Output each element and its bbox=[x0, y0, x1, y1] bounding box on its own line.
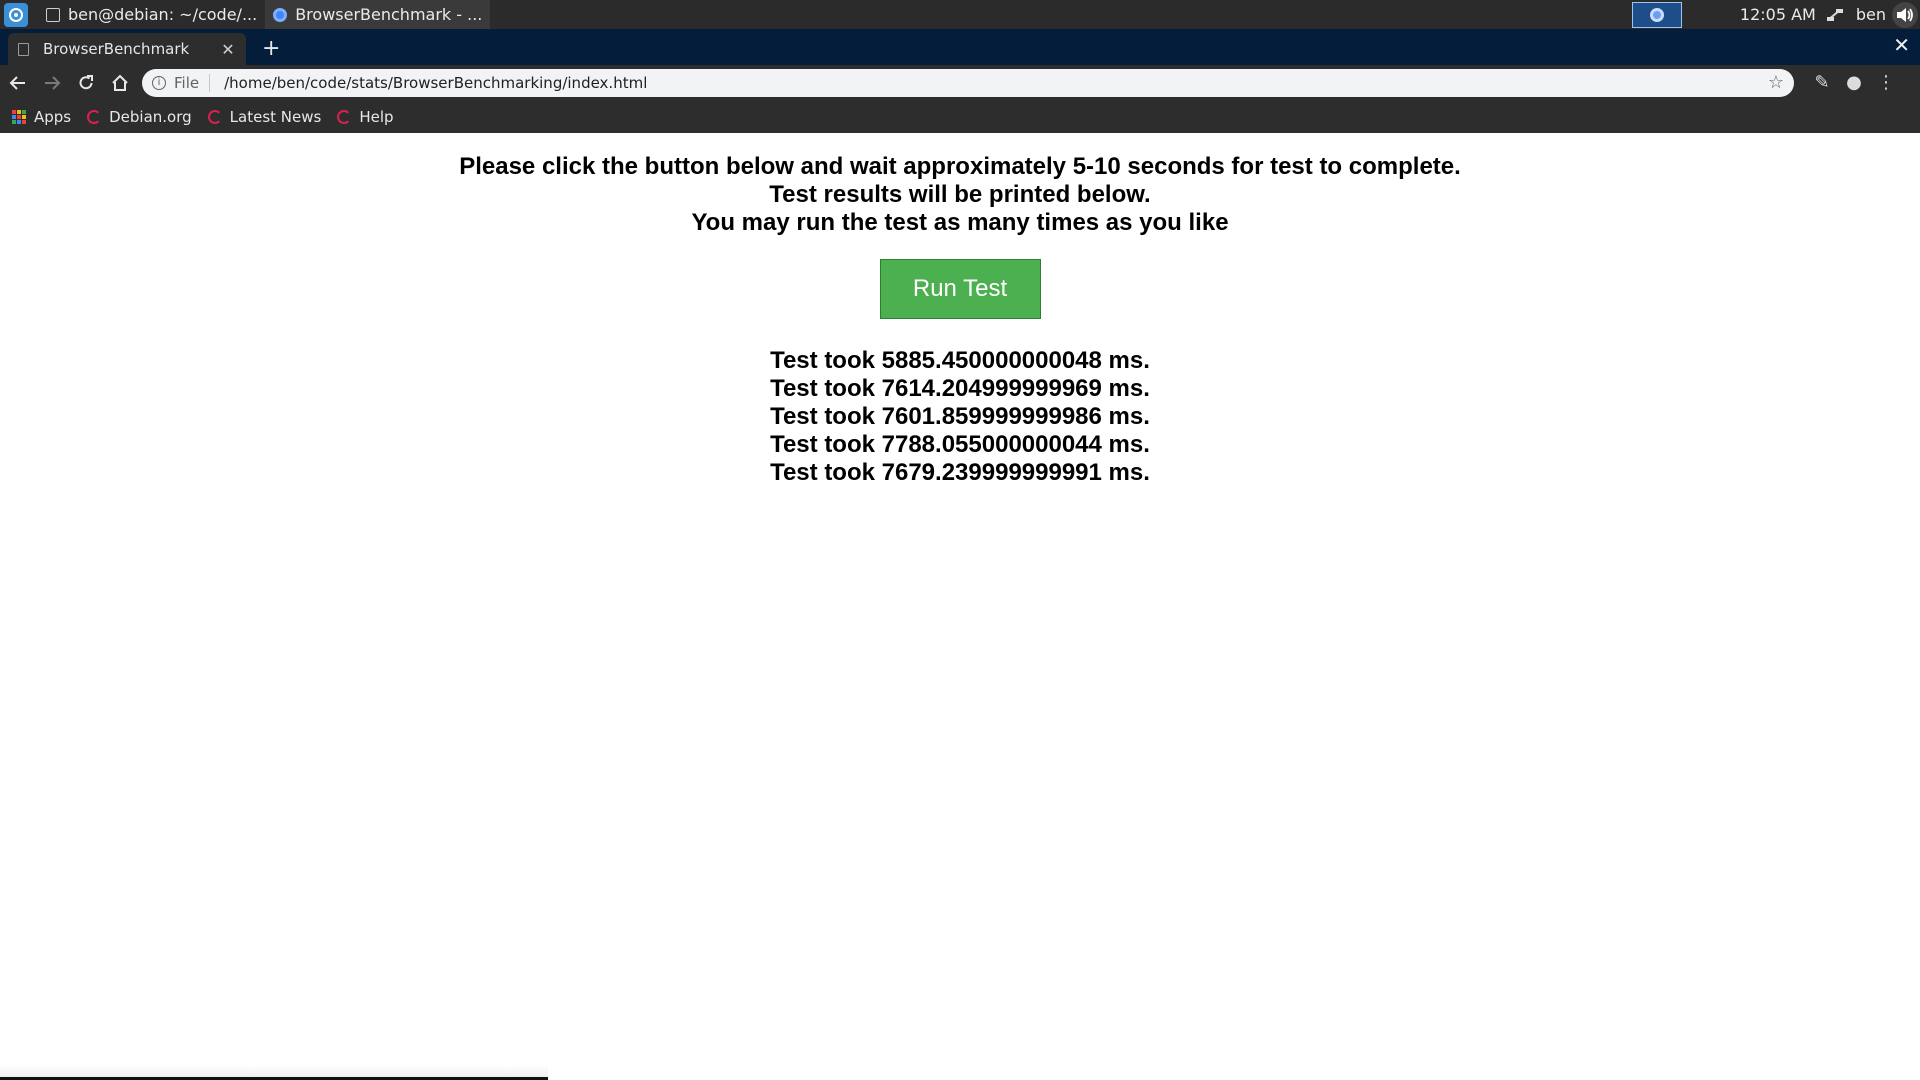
instruction-line: Test results will be printed below. bbox=[769, 181, 1151, 208]
info-icon[interactable]: i bbox=[152, 75, 166, 90]
bookmark-label: Help bbox=[359, 107, 394, 126]
menu-kebab-icon[interactable]: ⋮ bbox=[1870, 72, 1902, 93]
bookmark-debian-org[interactable]: Debian.org bbox=[87, 108, 192, 126]
bookmark-star-icon[interactable]: ☆ bbox=[1768, 72, 1784, 93]
forward-button[interactable] bbox=[36, 68, 68, 98]
browser-tab-strip: BrowserBenchmark ✕ + ✕ bbox=[0, 29, 1920, 65]
bookmark-latest-news[interactable]: Latest News bbox=[207, 107, 322, 126]
debian-swirl-icon bbox=[207, 109, 222, 124]
instruction-line: You may run the test as many times as yo… bbox=[691, 209, 1229, 236]
url-scheme-label: File bbox=[174, 73, 200, 92]
volume-icon[interactable] bbox=[1892, 1, 1918, 28]
os-taskbar: ben@debian: ~/code/... BrowserBenchmark … bbox=[0, 0, 1920, 29]
result-line: Test took 5885.450000000048 ms. bbox=[770, 347, 1150, 374]
taskbar-item-label: ben@debian: ~/code/... bbox=[68, 5, 258, 24]
bookmark-apps[interactable]: Apps bbox=[12, 108, 71, 126]
debian-swirl-icon bbox=[87, 109, 102, 124]
run-test-button[interactable]: Run Test bbox=[879, 259, 1041, 319]
network-icon[interactable] bbox=[1826, 8, 1844, 22]
browser-toolbar: i File /home/ben/code/stats/BrowserBench… bbox=[0, 65, 1920, 100]
bookmark-label: Debian.org bbox=[109, 107, 192, 126]
results-list: Test took 5885.450000000048 ms. Test too… bbox=[0, 347, 1920, 487]
result-line: Test took 7614.204999999969 ms. bbox=[770, 375, 1150, 402]
terminal-icon bbox=[46, 7, 60, 22]
divider bbox=[209, 73, 211, 92]
instruction-line: Please click the button below and wait a… bbox=[459, 153, 1461, 180]
clock[interactable]: 12:05 AM bbox=[1740, 5, 1816, 24]
home-button[interactable] bbox=[104, 68, 136, 98]
system-tray: 12:05 AM ben bbox=[1631, 0, 1920, 29]
user-name[interactable]: ben bbox=[1856, 5, 1886, 24]
debian-swirl-icon bbox=[337, 109, 352, 124]
arrow-right-icon bbox=[45, 75, 61, 90]
tray-chromium-button[interactable] bbox=[1631, 1, 1682, 28]
taskbar-item-browser[interactable]: BrowserBenchmark - ... bbox=[265, 0, 491, 29]
arrow-left-icon bbox=[9, 75, 25, 90]
extension-icon[interactable]: ✎ bbox=[1806, 72, 1838, 93]
bookmark-label: Apps bbox=[34, 107, 72, 126]
result-line: Test took 7679.239999999991 ms. bbox=[770, 459, 1150, 486]
new-tab-button[interactable]: + bbox=[262, 36, 280, 61]
toolbar-right-icons: ✎ ● ⋮ bbox=[1806, 72, 1902, 93]
taskbar-item-terminal[interactable]: ben@debian: ~/code/... bbox=[38, 0, 265, 29]
home-icon bbox=[112, 74, 128, 91]
reload-icon bbox=[79, 74, 93, 89]
taskbar-item-label: BrowserBenchmark - ... bbox=[295, 5, 483, 24]
url-text[interactable]: /home/ben/code/stats/BrowserBenchmarking… bbox=[224, 74, 1768, 92]
close-tab-icon[interactable]: ✕ bbox=[220, 40, 236, 59]
bookmark-label: Latest News bbox=[229, 107, 322, 126]
page-icon bbox=[18, 42, 29, 56]
chromium-icon bbox=[273, 7, 288, 22]
reload-button[interactable] bbox=[70, 68, 102, 98]
tab-title: BrowserBenchmark bbox=[43, 40, 190, 58]
result-line: Test took 7601.859999999986 ms. bbox=[770, 403, 1150, 430]
back-button[interactable] bbox=[2, 68, 34, 98]
page-content: Please click the button below and wait a… bbox=[0, 133, 1920, 1080]
bookmarks-bar: Apps Debian.org Latest News Help bbox=[0, 100, 1920, 133]
tab-browserbenchmark[interactable]: BrowserBenchmark ✕ bbox=[8, 33, 246, 65]
debian-menu-icon[interactable] bbox=[4, 2, 28, 27]
profile-icon[interactable]: ● bbox=[1838, 72, 1870, 93]
apps-grid-icon bbox=[12, 109, 26, 124]
window-close-icon[interactable]: ✕ bbox=[1893, 33, 1910, 57]
bookmark-help[interactable]: Help bbox=[337, 107, 394, 126]
address-bar[interactable]: i File /home/ben/code/stats/BrowserBench… bbox=[142, 68, 1794, 97]
result-line: Test took 7788.055000000044 ms. bbox=[770, 431, 1150, 458]
instructions: Please click the button below and wait a… bbox=[0, 153, 1920, 237]
download-shelf-shadow bbox=[0, 1065, 548, 1077]
chromium-icon bbox=[1649, 7, 1664, 22]
